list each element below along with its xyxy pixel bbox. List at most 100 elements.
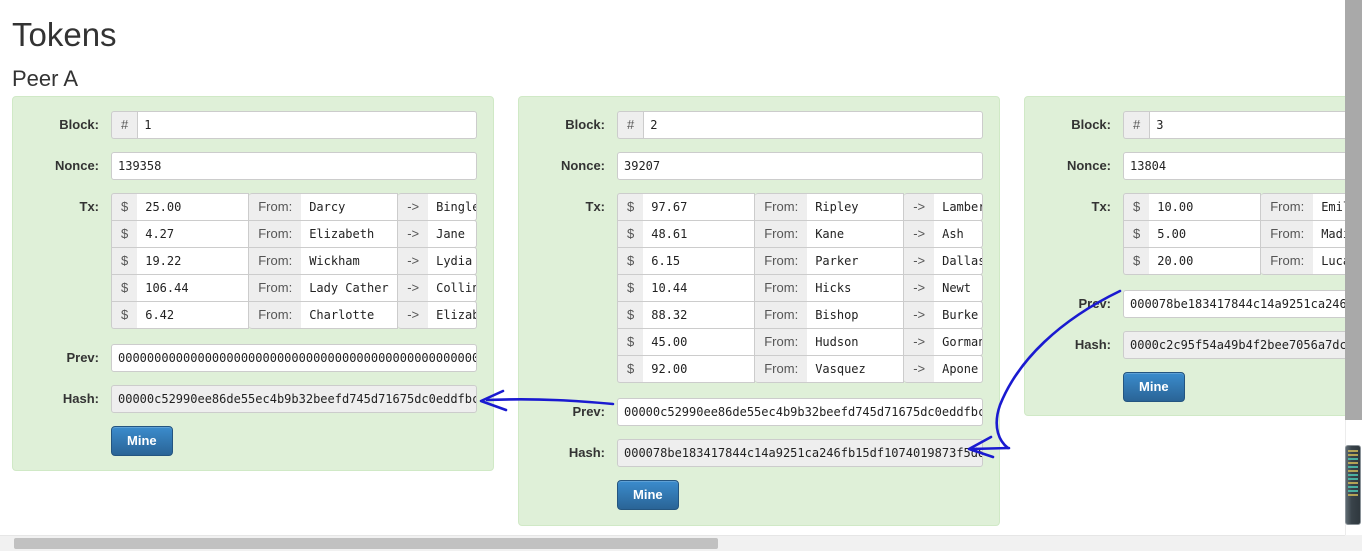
dollar-icon: $ (111, 274, 138, 302)
tx-amount-input[interactable]: 88.32 (643, 301, 756, 329)
hash-row: Hash: 0000c2c95f54a49b4f2bee7056a7dc3b7c… (1035, 331, 1362, 359)
arrow-right-icon: -> (904, 274, 935, 302)
mine-control: Mine (111, 426, 477, 456)
vertical-scrollbar[interactable] (1345, 0, 1362, 535)
tx-to-input[interactable]: Newt (934, 274, 983, 302)
scrollbar-mark (1348, 490, 1358, 492)
mine-button[interactable]: Mine (1123, 372, 1185, 402)
hash-output: 00000c52990ee86de55ec4b9b32beefd745d7167… (111, 385, 477, 413)
tx-to-input[interactable]: Lambert (934, 193, 983, 221)
dollar-icon: $ (617, 301, 644, 329)
tx-row: $ 6.42 From: Charlotte -> Elizabeth (111, 301, 477, 329)
tx-amount-input[interactable]: 19.22 (137, 247, 250, 275)
from-label: From: (755, 220, 808, 248)
arrow-right-icon: -> (904, 247, 935, 275)
mine-control: Mine (617, 480, 983, 510)
tx-row: $ 106.44 From: Lady Cather -> Collins (111, 274, 477, 302)
tx-amount-input[interactable]: 10.44 (643, 274, 756, 302)
mine-button[interactable]: Mine (617, 480, 679, 510)
tx-amount-input[interactable]: 6.42 (137, 301, 250, 329)
tx-list: $ 25.00 From: Darcy -> Bingley $ 4.27 Fr… (111, 193, 477, 329)
block-panel-1: Block: # 1 Nonce: 139358 Tx: $ 25.00 Fro… (12, 96, 494, 471)
tx-to-input[interactable]: Gorman (934, 328, 983, 356)
tx-from-input[interactable]: Elizabeth (301, 220, 399, 248)
tx-from-input[interactable]: Parker (807, 247, 905, 275)
tx-to-input[interactable]: Elizabeth (428, 301, 477, 329)
tx-from-input[interactable]: Kane (807, 220, 905, 248)
prev-row: Prev: 00000c52990ee86de55ec4b9b32beefd74… (529, 398, 983, 426)
block-number-input[interactable]: 1 (137, 111, 477, 139)
nonce-input[interactable]: 39207 (617, 152, 983, 180)
tx-row: $ 48.61 From: Kane -> Ash (617, 220, 983, 248)
scrollbar-mark (1348, 494, 1358, 496)
tx-amount-input[interactable]: 6.15 (643, 247, 756, 275)
tx-row: $ 92.00 From: Vasquez -> Apone (617, 355, 983, 383)
block-number-control: # 3 (1123, 111, 1362, 139)
tx-from-input[interactable]: Hudson (807, 328, 905, 356)
tx-row-group: Tx: $ 25.00 From: Darcy -> Bingley $ 4.2… (23, 193, 477, 329)
tx-from-input[interactable]: Hicks (807, 274, 905, 302)
nonce-input[interactable]: 139358 (111, 152, 477, 180)
block-number-input[interactable]: 2 (643, 111, 983, 139)
page-title: Tokens (12, 16, 117, 53)
tx-amount-input[interactable]: 92.00 (643, 355, 756, 383)
scrollbar-mark (1348, 470, 1358, 472)
tx-from-input[interactable]: Wickham (301, 247, 399, 275)
tx-amount-input[interactable]: 97.67 (643, 193, 756, 221)
block-number-input[interactable]: 3 (1149, 111, 1362, 139)
from-label: From: (1261, 247, 1314, 275)
prev-hash-input[interactable]: 000078be183417844c14a9251ca246fb15df1 (1123, 290, 1362, 318)
prev-control: 000078be183417844c14a9251ca246fb15df1 (1123, 290, 1362, 318)
tx-amount-input[interactable]: 45.00 (643, 328, 756, 356)
horizontal-scrollbar-thumb[interactable] (14, 538, 718, 549)
vertical-scrollbar-thumb[interactable] (1345, 445, 1361, 525)
tx-to-input[interactable]: Burke (934, 301, 983, 329)
arrow-right-icon: -> (398, 274, 429, 302)
tx-to-input[interactable]: Ash (934, 220, 983, 248)
vertical-scrollbar-track-top[interactable] (1345, 0, 1362, 420)
scrollbar-mark (1348, 462, 1358, 464)
prev-hash-input[interactable]: 00000c52990ee86de55ec4b9b32beefd745d7167… (617, 398, 983, 426)
tx-amount-input[interactable]: 25.00 (137, 193, 250, 221)
nonce-input[interactable]: 13804 (1123, 152, 1362, 180)
tx-amount-input[interactable]: 20.00 (1149, 247, 1262, 275)
from-label: From: (249, 274, 302, 302)
hash-output: 000078be183417844c14a9251ca246fb15df1074… (617, 439, 983, 467)
tx-row: $ 10.00 From: Emily -> (1123, 193, 1362, 221)
horizontal-scrollbar[interactable] (0, 535, 1345, 551)
tx-row: $ 4.27 From: Elizabeth -> Jane (111, 220, 477, 248)
tx-to-input[interactable]: Collins (428, 274, 477, 302)
arrow-right-icon: -> (904, 355, 935, 383)
mine-button[interactable]: Mine (111, 426, 173, 456)
tx-from-input[interactable]: Ripley (807, 193, 905, 221)
tx-from-input[interactable]: Darcy (301, 193, 399, 221)
tx-from-input[interactable]: Charlotte (301, 301, 399, 329)
tx-amount-input[interactable]: 4.27 (137, 220, 250, 248)
tx-from-input[interactable]: Lady Cather (301, 274, 399, 302)
hash-row: Hash: 00000c52990ee86de55ec4b9b32beefd74… (23, 385, 477, 413)
prev-control: 00000c52990ee86de55ec4b9b32beefd745d7167… (617, 398, 983, 426)
hash-control: 0000c2c95f54a49b4f2bee7056a7dc3b7c1a4 (1123, 331, 1362, 359)
tx-row: $ 19.22 From: Wickham -> Lydia (111, 247, 477, 275)
tx-to-input[interactable]: Jane (428, 220, 477, 248)
hash-sign-icon: # (111, 111, 138, 139)
prev-hash-input[interactable]: 0000000000000000000000000000000000000000… (111, 344, 477, 372)
tx-from-input[interactable]: Bishop (807, 301, 905, 329)
mine-row: Mine (23, 426, 477, 456)
tx-row: $ 25.00 From: Darcy -> Bingley (111, 193, 477, 221)
tx-to-input[interactable]: Bingley (428, 193, 477, 221)
block-label: Block: (59, 117, 99, 132)
hash-label: Hash: (1074, 337, 1111, 352)
tx-to-input[interactable]: Dallas (934, 247, 983, 275)
tx-from-input[interactable]: Vasquez (807, 355, 905, 383)
tx-amount-input[interactable]: 106.44 (137, 274, 250, 302)
tx-to-input[interactable]: Apone (934, 355, 983, 383)
prev-label: Prev: (66, 350, 99, 365)
tx-label: Tx: (585, 199, 606, 214)
from-label: From: (755, 355, 808, 383)
dollar-icon: $ (617, 328, 644, 356)
tx-amount-input[interactable]: 48.61 (643, 220, 756, 248)
tx-amount-input[interactable]: 5.00 (1149, 220, 1262, 248)
tx-amount-input[interactable]: 10.00 (1149, 193, 1262, 221)
tx-to-input[interactable]: Lydia (428, 247, 477, 275)
